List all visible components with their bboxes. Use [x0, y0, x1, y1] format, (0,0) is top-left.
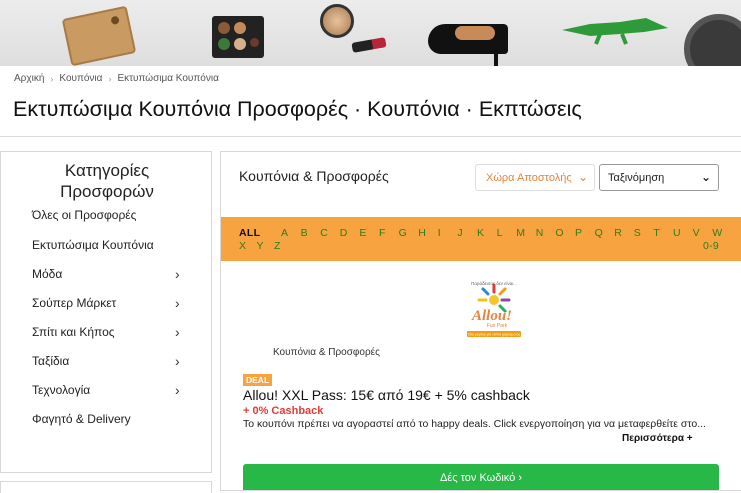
sidebar-item-food-delivery[interactable]: Φαγητό & Delivery [1, 404, 211, 433]
svg-text:Allou!: Allou! [471, 308, 512, 324]
offers-panel: Κουπόνια & Προσφορές Χώρα Αποστολής ⌄ Τα… [220, 151, 741, 491]
letter-filter[interactable]: E [359, 227, 366, 239]
letter-filter[interactable]: V [693, 227, 700, 239]
letter-filter[interactable]: B [301, 227, 308, 239]
deal-category: Κουπόνια & Προσφορές [273, 347, 380, 358]
offers-heading: Κουπόνια & Προσφορές [239, 168, 389, 184]
lipstick-image [351, 37, 387, 53]
chevron-right-icon: › [50, 73, 54, 84]
frying-pan-image [684, 14, 741, 66]
letter-filter[interactable]: C [320, 227, 328, 239]
letter-filter[interactable]: Q [595, 227, 603, 239]
more-link[interactable]: Περισσότερα + [622, 433, 693, 444]
deal-title[interactable]: Allou! XXL Pass: 15€ από 19€ + 5% cashba… [243, 387, 530, 403]
letter-filter[interactable]: I [438, 227, 441, 239]
letter-filter[interactable]: Z [274, 240, 281, 252]
sidebar-item-technology[interactable]: Τεχνολογία › [1, 375, 211, 404]
deal-badge: DEAL [243, 374, 273, 386]
letter-filter[interactable]: D [340, 227, 348, 239]
letter-filter[interactable]: O [555, 227, 563, 239]
letter-filter[interactable]: J [457, 227, 463, 239]
breadcrumb-coupons[interactable]: Κουπόνια [59, 73, 102, 84]
breadcrumb-home[interactable]: Αρχική [14, 73, 44, 84]
letter-filter[interactable]: U [673, 227, 681, 239]
divider [0, 136, 741, 137]
letter-filter[interactable]: L [497, 227, 503, 239]
letter-filter[interactable]: W [712, 227, 722, 239]
makeup-palette-image [212, 16, 264, 58]
letter-filter-digits[interactable]: 0-9 [703, 240, 719, 252]
letter-filter[interactable]: F [379, 227, 386, 239]
letter-filter[interactable]: H [418, 227, 426, 239]
deal-cashback: + 0% Cashback [243, 405, 324, 417]
alphabet-filter-bar: ALL A B C D E F G H I J K L M N O P Q R S T U V W X Y Z 0-9 [221, 217, 741, 261]
breadcrumb-current: Εκτυπώσιμα Κουπόνια [117, 73, 219, 84]
sidebar-item-home-garden[interactable]: Σπίτι και Κήπος › [1, 317, 211, 346]
svg-text:Παράδεισος δεν είναι...: Παράδεισος δεν είναι... [471, 280, 517, 286]
letter-filter[interactable]: X [239, 240, 246, 252]
chevron-down-icon: ⌄ [700, 170, 711, 184]
chevron-down-icon: ⌄ [577, 170, 588, 184]
letter-filter[interactable]: K [477, 227, 484, 239]
letter-filter[interactable]: A [281, 227, 288, 239]
letter-filter[interactable]: M [516, 227, 525, 239]
cutting-board-image [61, 5, 137, 66]
letter-filter[interactable]: P [575, 227, 582, 239]
sidebar-item-supermarket[interactable]: Σούπερ Μάρκετ › [1, 288, 211, 317]
sidebar-heading: Κατηγορίες Προσφορών [60, 161, 154, 201]
page-title: Εκτυπώσιμα Κουπόνια Προσφορές · Κουπόνια… [13, 97, 582, 121]
letter-filter[interactable]: G [399, 227, 407, 239]
chevron-right-icon[interactable]: › [175, 266, 180, 282]
letter-filter[interactable]: T [653, 227, 660, 239]
category-sidebar: Κατηγορίες Προσφορών Όλες οι Προσφορές Ε… [0, 151, 212, 473]
sidebar-secondary-box [0, 481, 212, 493]
svg-text:Fun Park: Fun Park [487, 323, 508, 329]
allou-fun-park-logo: Παράδεισος δεν είναι... Allou! Fun Park … [467, 280, 521, 337]
country-select[interactable]: Χώρα Αποστολής ⌄ [475, 164, 595, 191]
sort-select[interactable]: Ταξινόμηση ⌄ [599, 164, 719, 191]
svg-text:Όλα μεγάλα για να'σαι χαρούμεν: Όλα μεγάλα για να'σαι χαρούμενος [467, 333, 521, 337]
sidebar-item-fashion[interactable]: Μόδα › [1, 259, 211, 288]
deal-description: Το κουπόνι πρέπει να αγοραστεί από το ha… [243, 418, 706, 430]
chevron-right-icon: › [108, 73, 112, 84]
category-list: Όλες οι Προσφορές Εκτυπώσιμα Κουπόνια Μό… [1, 208, 211, 433]
compact-powder-image [320, 4, 354, 38]
toy-crocodile-image [562, 18, 668, 45]
letter-filter[interactable]: S [634, 227, 641, 239]
sidebar-item-printable-coupons[interactable]: Εκτυπώσιμα Κουπόνια [1, 230, 211, 259]
letter-filter[interactable]: Y [257, 240, 264, 252]
breadcrumb: Αρχική › Κουπόνια › Εκτυπώσιμα Κουπόνια [14, 73, 219, 84]
chevron-right-icon[interactable]: › [175, 295, 180, 311]
chevron-right-icon[interactable]: › [175, 353, 180, 369]
letter-filter-all[interactable]: ALL [239, 227, 260, 239]
hero-banner [0, 0, 741, 66]
chevron-right-icon[interactable]: › [175, 324, 180, 340]
sidebar-item-travel[interactable]: Ταξίδια › [1, 346, 211, 375]
see-code-button[interactable]: Δές τον Κωδικό › [243, 464, 719, 490]
letter-filter[interactable]: R [614, 227, 622, 239]
sidebar-item-all-offers[interactable]: Όλες οι Προσφορές [1, 208, 211, 230]
letter-filter[interactable]: N [536, 227, 544, 239]
chevron-right-icon[interactable]: › [175, 382, 180, 398]
